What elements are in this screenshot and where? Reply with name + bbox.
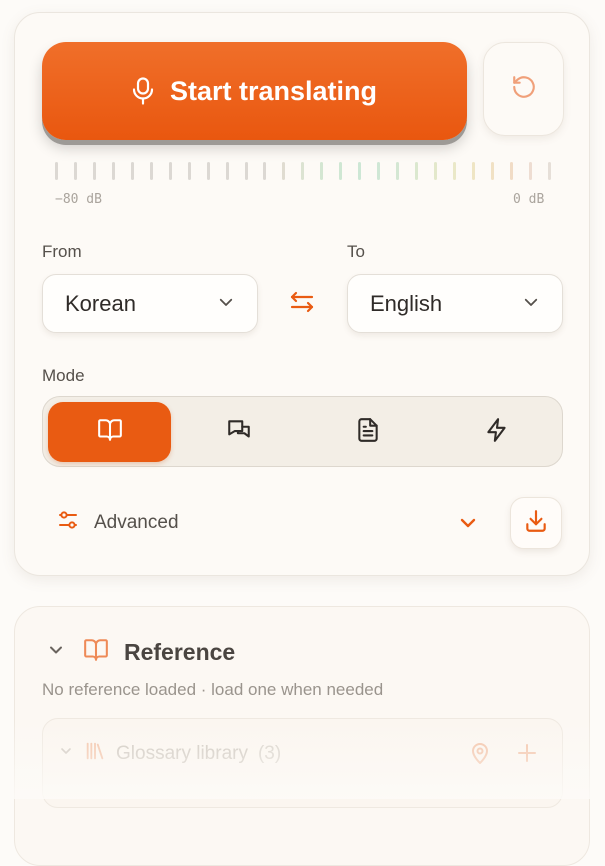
- meter-tick: [471, 162, 475, 180]
- meter-tick: [206, 162, 210, 180]
- chevron-down-icon: [522, 291, 540, 317]
- meter-tick: [547, 162, 551, 180]
- to-language-select[interactable]: English: [347, 274, 563, 333]
- from-language-select[interactable]: Korean: [42, 274, 258, 333]
- document-icon: [355, 417, 381, 448]
- map-pin-icon[interactable]: [468, 740, 492, 771]
- mode-selector: [42, 396, 563, 467]
- meter-tick: [528, 162, 532, 180]
- meter-tick: [320, 162, 324, 180]
- download-button[interactable]: [510, 497, 562, 549]
- chevron-down-icon: [217, 291, 235, 317]
- book-open-icon: [82, 637, 110, 668]
- swap-languages-button[interactable]: [284, 286, 320, 322]
- reference-subtitle: No reference loaded · load one when need…: [42, 680, 384, 699]
- start-translating-button[interactable]: Start translating: [42, 42, 467, 140]
- meter-tick: [434, 162, 438, 180]
- lightning-icon: [484, 417, 510, 448]
- mode-book-button[interactable]: [48, 402, 171, 462]
- meter-tick: [111, 162, 115, 180]
- chevron-down-icon: [46, 640, 66, 665]
- meter-tick: [301, 162, 305, 180]
- mode-label: Mode: [42, 366, 85, 385]
- advanced-toggle[interactable]: Advanced: [56, 505, 179, 541]
- sliders-icon: [56, 509, 80, 537]
- chevron-down-icon: [58, 743, 74, 765]
- glossary-library-label: Glossary library: [116, 743, 248, 764]
- meter-tick: [130, 162, 134, 180]
- mode-conversation-button[interactable]: [177, 402, 300, 462]
- meter-tick: [168, 162, 172, 180]
- chevron-down-icon[interactable]: [456, 511, 480, 535]
- glossary-count: (3): [257, 743, 282, 764]
- db-min-label: −80 dB: [55, 192, 102, 207]
- chat-bubbles-icon: [225, 417, 253, 448]
- rotate-ccw-icon: [511, 74, 537, 105]
- to-language-value: English: [370, 290, 443, 316]
- reference-title: Reference: [124, 638, 236, 665]
- meter-tick: [225, 162, 229, 180]
- from-label: From: [42, 242, 82, 261]
- meter-tick: [453, 162, 457, 180]
- meter-tick: [509, 162, 513, 180]
- meter-tick: [490, 162, 494, 180]
- level-meter: [55, 162, 551, 180]
- meter-tick: [92, 162, 96, 180]
- meter-tick: [396, 162, 400, 180]
- reference-toggle[interactable]: Reference: [46, 636, 235, 668]
- glossary-library-toggle[interactable]: Glossary library (3): [58, 740, 281, 768]
- meter-tick: [244, 162, 248, 180]
- add-icon[interactable]: [515, 741, 539, 770]
- meter-tick: [339, 162, 343, 180]
- to-label: To: [347, 242, 365, 261]
- meter-tick: [377, 162, 381, 180]
- reset-button[interactable]: [483, 42, 564, 136]
- meter-tick: [149, 162, 153, 180]
- meter-tick: [358, 162, 362, 180]
- db-max-label: 0 dB: [513, 192, 545, 207]
- swap-arrows-icon: [289, 290, 315, 319]
- meter-tick: [55, 162, 58, 180]
- advanced-label: Advanced: [94, 512, 179, 533]
- download-icon: [523, 508, 549, 539]
- microphone-icon: [132, 77, 154, 105]
- mode-document-button[interactable]: [306, 402, 429, 462]
- from-language-value: Korean: [65, 290, 136, 316]
- meter-tick: [73, 162, 77, 180]
- start-translating-label: Start translating: [169, 75, 378, 106]
- mode-quick-button[interactable]: [435, 402, 558, 462]
- library-icon: [84, 740, 106, 768]
- meter-tick: [415, 162, 419, 180]
- meter-tick: [263, 162, 267, 180]
- meter-tick: [282, 162, 286, 180]
- book-open-icon: [96, 417, 124, 448]
- meter-tick: [187, 162, 191, 180]
